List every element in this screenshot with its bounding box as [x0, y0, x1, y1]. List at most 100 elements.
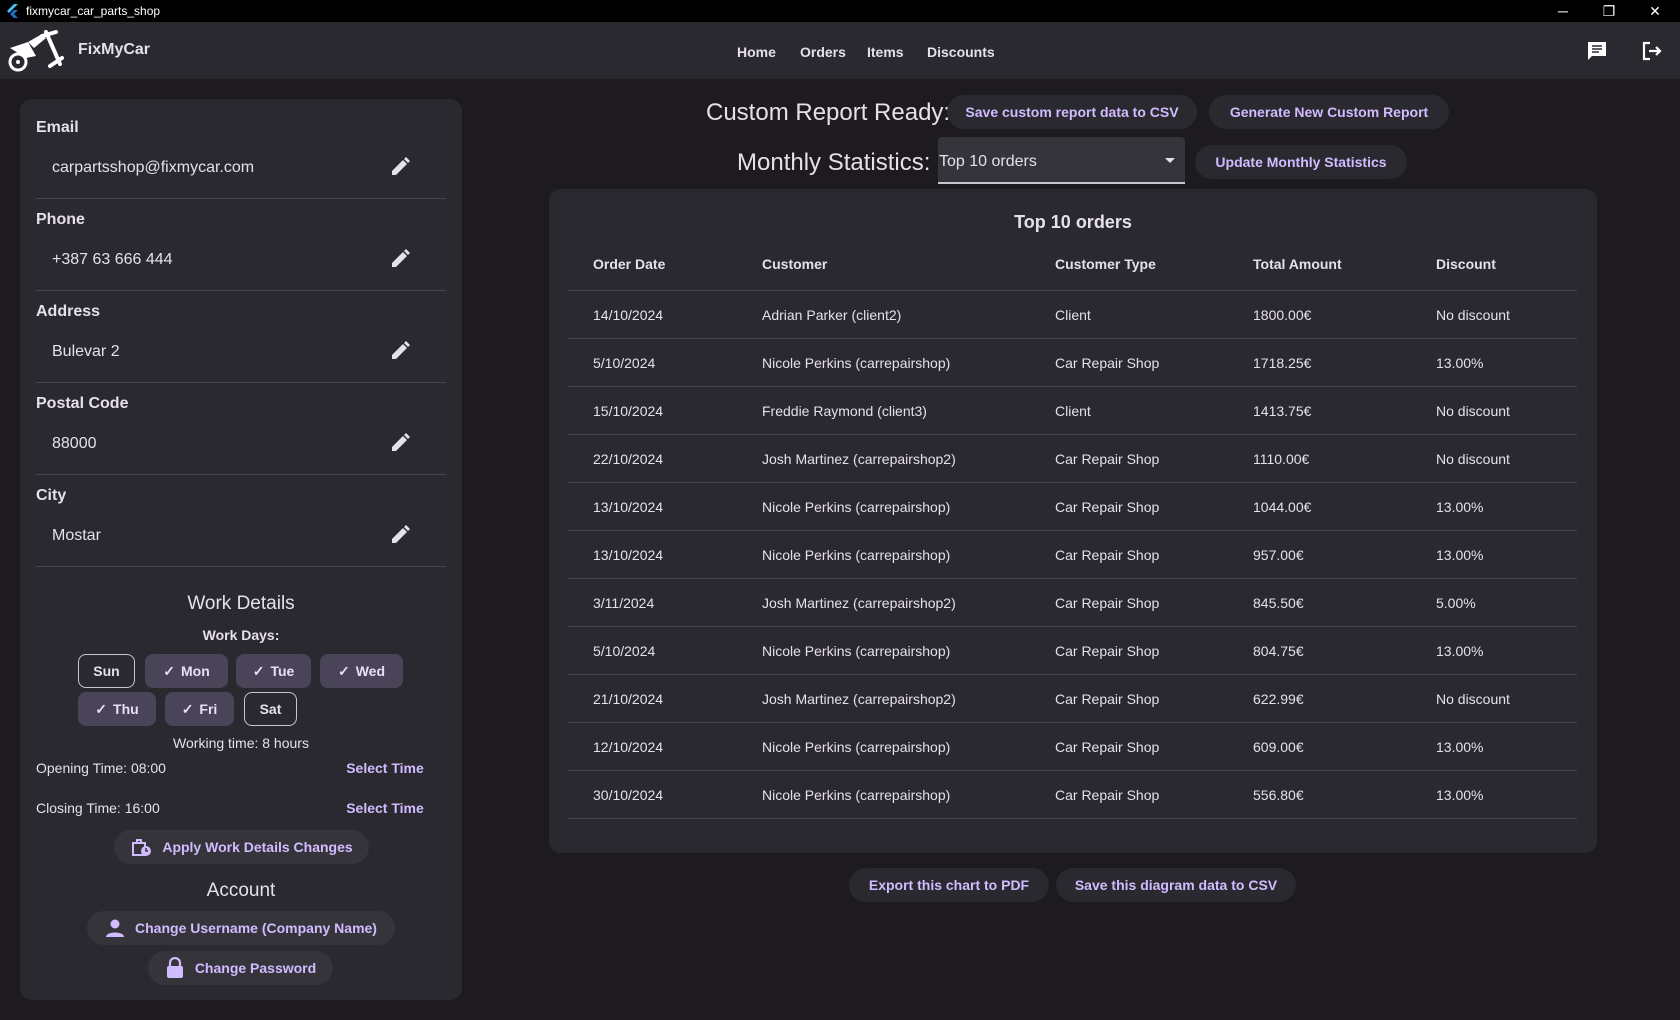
- nav-home[interactable]: Home: [737, 44, 776, 60]
- restore-button[interactable]: ❐: [1586, 0, 1632, 22]
- table-row: 21/10/2024 Josh Martinez (carrepairshop2)…: [568, 675, 1577, 723]
- nav-items[interactable]: Items: [867, 44, 904, 60]
- edit-phone-icon[interactable]: [389, 248, 411, 270]
- cell-order-date: 22/10/2024: [593, 451, 664, 467]
- save-diagram-csv-button[interactable]: Save this diagram data to CSV: [1056, 868, 1296, 902]
- apply-work-details-button[interactable]: Apply Work Details Changes: [114, 830, 369, 864]
- cell-discount: 13.00%: [1436, 739, 1484, 755]
- change-password-button[interactable]: Change Password: [148, 951, 333, 985]
- account-title: Account: [206, 880, 276, 901]
- divider: [36, 566, 446, 567]
- cell-order-date: 12/10/2024: [593, 739, 664, 755]
- monthly-statistics-select[interactable]: Top 10 orders: [938, 137, 1185, 184]
- column-header-discount: Discount: [1436, 256, 1496, 272]
- table-row: 22/10/2024 Josh Martinez (carrepairshop2)…: [568, 435, 1577, 483]
- email-value: carpartsshop@fixmycar.com: [52, 159, 255, 176]
- update-monthly-statistics-button[interactable]: Update Monthly Statistics: [1195, 145, 1407, 179]
- cell-discount: 13.00%: [1436, 547, 1484, 563]
- select-closing-time-button[interactable]: Select Time: [324, 793, 446, 823]
- save-custom-report-csv-button[interactable]: Save custom report data to CSV: [947, 95, 1197, 129]
- cell-discount: 5.00%: [1436, 595, 1476, 611]
- divider: [36, 198, 446, 199]
- cell-customer-type: Car Repair Shop: [1055, 547, 1160, 563]
- day-label: Sat: [259, 701, 282, 717]
- cell-order-date: 13/10/2024: [593, 499, 664, 515]
- edit-address-icon[interactable]: [389, 340, 411, 362]
- close-icon: ✕: [1649, 2, 1661, 19]
- day-chip-fri[interactable]: ✓ Fri: [165, 692, 234, 726]
- cell-order-date: 3/11/2024: [593, 595, 655, 611]
- day-chip-wed[interactable]: ✓ Wed: [320, 654, 403, 688]
- cell-order-date: 14/10/2024: [593, 307, 664, 323]
- cell-total-amount: 622.99€: [1253, 691, 1304, 707]
- top-orders-panel: Top 10 orders Order Date Customer Custom…: [549, 189, 1597, 853]
- logout-icon[interactable]: [1641, 40, 1663, 62]
- phone-label: Phone: [36, 211, 85, 228]
- address-value: Bulevar 2: [52, 343, 120, 360]
- day-chip-sun[interactable]: Sun: [78, 654, 135, 688]
- cell-order-date: 5/10/2024: [593, 643, 656, 659]
- day-chip-sat[interactable]: Sat: [244, 692, 297, 726]
- cell-customer: Nicole Perkins (carrepairshop): [762, 643, 951, 659]
- cell-total-amount: 845.50€: [1253, 595, 1304, 611]
- minimize-icon: ─: [1558, 3, 1568, 19]
- work-details-title: Work Details: [187, 593, 295, 614]
- divider: [36, 474, 446, 475]
- cell-customer: Nicole Perkins (carrepairshop): [762, 787, 951, 803]
- change-username-button[interactable]: Change Username (Company Name): [87, 911, 395, 945]
- table-row: 5/10/2024 Nicole Perkins (carrepairshop) C…: [568, 339, 1577, 387]
- cell-order-date: 5/10/2024: [593, 355, 656, 371]
- cell-customer: Freddie Raymond (client3): [762, 403, 927, 419]
- day-chip-thu[interactable]: ✓ Thu: [78, 692, 156, 726]
- day-chip-tue[interactable]: ✓ Tue: [236, 654, 311, 688]
- column-header-customer: Customer: [762, 256, 828, 272]
- cell-total-amount: 957.00€: [1253, 547, 1304, 563]
- cell-order-date: 21/10/2024: [593, 691, 664, 707]
- day-label: Wed: [355, 663, 386, 679]
- table-row: 13/10/2024 Nicole Perkins (carrepairshop)…: [568, 483, 1577, 531]
- column-header-total-amount: Total Amount: [1253, 256, 1342, 272]
- generate-custom-report-button[interactable]: Generate New Custom Report: [1209, 95, 1449, 129]
- nav-discounts[interactable]: Discounts: [927, 44, 995, 60]
- table-row: 14/10/2024 Adrian Parker (client2) Client 1…: [568, 291, 1577, 339]
- day-chip-mon[interactable]: ✓ Mon: [145, 654, 228, 688]
- cell-discount: 13.00%: [1436, 643, 1484, 659]
- logo-icon: [8, 30, 64, 72]
- cell-customer-type: Car Repair Shop: [1055, 595, 1160, 611]
- monthly-statistics-label: Monthly Statistics:: [737, 149, 931, 176]
- column-header-customer-type: Customer Type: [1055, 256, 1156, 272]
- export-pdf-button[interactable]: Export this chart to PDF: [849, 868, 1049, 902]
- day-label: Mon: [180, 663, 210, 679]
- table-title: Top 10 orders: [1014, 212, 1132, 232]
- chat-icon[interactable]: [1586, 40, 1608, 62]
- opening-time: Opening Time: 08:00: [36, 760, 166, 776]
- cell-customer: Josh Martinez (carrepairshop2): [762, 595, 956, 611]
- cell-customer-type: Car Repair Shop: [1055, 499, 1160, 515]
- change-password-label: Change Password: [194, 960, 317, 976]
- column-header-order-date: Order Date: [593, 256, 666, 272]
- table-row: 15/10/2024 Freddie Raymond (client3) Clien…: [568, 387, 1577, 435]
- window-titlebar: fixmycar_car_parts_shop ─ ❐ ✕: [0, 0, 1680, 22]
- cell-discount: No discount: [1436, 691, 1510, 707]
- cell-discount: No discount: [1436, 403, 1510, 419]
- cell-customer: Josh Martinez (carrepairshop2): [762, 691, 956, 707]
- cell-customer: Nicole Perkins (carrepairshop): [762, 739, 951, 755]
- edit-email-icon[interactable]: [389, 156, 411, 178]
- select-opening-time-button[interactable]: Select Time: [324, 753, 446, 783]
- city-value: Mostar: [52, 527, 101, 544]
- cell-discount: No discount: [1436, 307, 1510, 323]
- edit-city-icon[interactable]: [389, 524, 411, 546]
- divider: [36, 290, 446, 291]
- brand-name: FixMyCar: [78, 41, 151, 58]
- cell-total-amount: 556.80€: [1253, 787, 1304, 803]
- edit-postal-code-icon[interactable]: [389, 432, 411, 454]
- close-window-button[interactable]: ✕: [1632, 0, 1678, 22]
- day-label: Sun: [93, 663, 120, 679]
- minimize-button[interactable]: ─: [1540, 0, 1586, 22]
- table-row: 13/10/2024 Nicole Perkins (carrepairshop)…: [568, 531, 1577, 579]
- cell-customer: Josh Martinez (carrepairshop2): [762, 451, 956, 467]
- nav-orders[interactable]: Orders: [800, 44, 846, 60]
- custom-report-label: Custom Report Ready:: [706, 99, 951, 126]
- monthly-statistics-value: Top 10 orders: [939, 153, 1037, 170]
- check-icon: ✓: [337, 662, 350, 679]
